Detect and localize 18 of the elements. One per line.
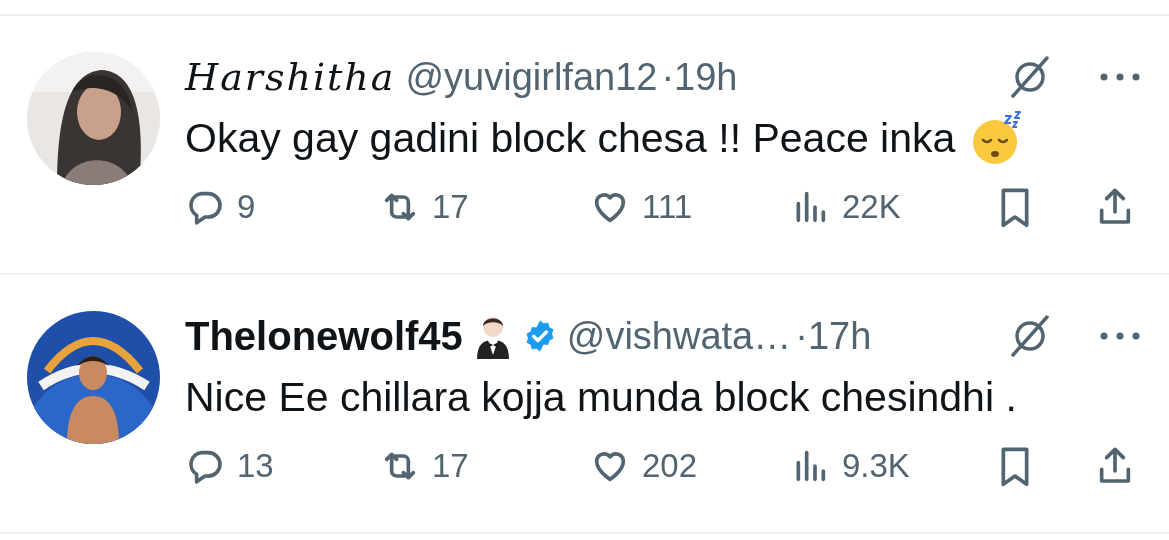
like-button[interactable]: 111 bbox=[590, 187, 790, 227]
more-options-icon[interactable] bbox=[1099, 331, 1141, 341]
author-handle[interactable]: @yuvigirlfan12 bbox=[405, 55, 658, 99]
repost-button[interactable]: 17 bbox=[380, 187, 590, 227]
views-button[interactable]: 9.3K bbox=[790, 446, 995, 486]
post-time[interactable]: ·17h bbox=[795, 314, 872, 358]
post-text: Okay gay gadini block chesa !! Peace inka bbox=[185, 114, 956, 162]
author-name[interactable]: Thelonewolf45 bbox=[185, 313, 463, 359]
post-time[interactable]: ·19h bbox=[661, 55, 738, 99]
reply-button[interactable]: 9 bbox=[185, 187, 380, 227]
views-button[interactable]: 22K bbox=[790, 187, 995, 227]
like-button[interactable]: 202 bbox=[590, 446, 790, 486]
post-text: Nice Ee chillara kojja munda block chesindhi . bbox=[185, 373, 1017, 421]
reply-button[interactable]: 13 bbox=[185, 446, 380, 486]
author-name[interactable]: Harshitha bbox=[185, 55, 396, 99]
more-options-icon[interactable] bbox=[1099, 72, 1141, 82]
author-handle[interactable]: @vishwata… bbox=[566, 314, 792, 358]
repost-button[interactable]: 17 bbox=[380, 446, 590, 486]
